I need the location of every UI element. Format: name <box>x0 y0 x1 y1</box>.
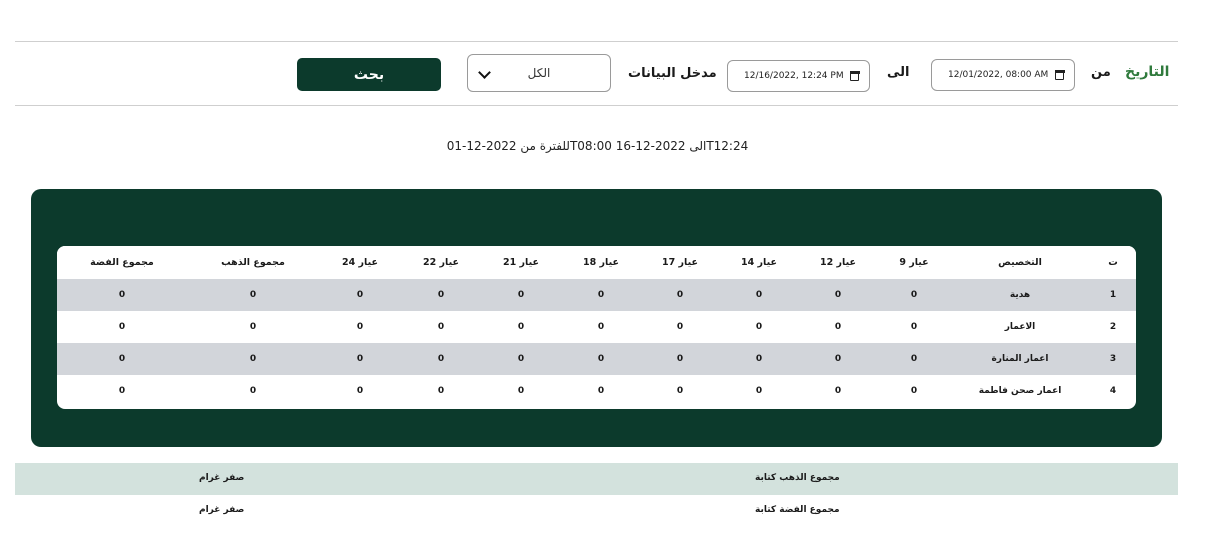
cell-karat-17: 0 <box>676 386 684 396</box>
cell-karat-18: 0 <box>597 354 605 364</box>
header-karat-17: عيار 17 <box>662 257 698 268</box>
cell-karat-21: 0 <box>517 322 525 332</box>
header-silver-total: مجموع الفضة <box>90 257 154 268</box>
cell-karat-22: 0 <box>437 290 445 300</box>
cell-karat-9: 0 <box>910 386 918 396</box>
silver-total-written-row: مجموع الفضة كتابة صفر غرام <box>15 495 1178 527</box>
cell-karat-17: 0 <box>676 354 684 364</box>
cell-allocation: الاعمار <box>1004 322 1036 332</box>
to-datetime-input[interactable]: 12/16/2022, 12:24 PM <box>727 60 870 92</box>
cell-karat-22: 0 <box>437 354 445 364</box>
cell-karat-17: 0 <box>676 322 684 332</box>
cell-karat-14: 0 <box>755 322 763 332</box>
cell-gold-total: 0 <box>249 354 257 364</box>
cell-allocation: هدية <box>1009 290 1031 300</box>
cell-gold-total: 0 <box>249 386 257 396</box>
cell-karat-21: 0 <box>517 290 525 300</box>
data-entry-select[interactable]: الكل <box>467 54 611 92</box>
gold-total-written-value: صفر غرام <box>199 473 245 483</box>
data-entry-selected-value: الكل <box>527 66 551 80</box>
to-label: الى <box>887 65 910 80</box>
cell-index: 1 <box>1109 290 1117 300</box>
from-datetime-value: 12/01/2022, 08:00 AM <box>948 70 1049 80</box>
cell-karat-22: 0 <box>437 386 445 396</box>
cell-karat-22: 0 <box>437 322 445 332</box>
header-gold-total: مجموع الذهب <box>221 257 285 268</box>
header-allocation: التخصيص <box>998 257 1042 268</box>
cell-karat-18: 0 <box>597 290 605 300</box>
filter-divider <box>15 105 1178 106</box>
cell-allocation: اعمار المنارة <box>991 354 1049 364</box>
cell-karat-12: 0 <box>834 290 842 300</box>
top-divider <box>15 41 1178 42</box>
cell-karat-21: 0 <box>517 354 525 364</box>
cell-karat-14: 0 <box>755 386 763 396</box>
table-row: 3 اعمار المنارة 0 0 0 0 0 0 0 0 0 0 <box>57 343 1136 375</box>
cell-karat-9: 0 <box>910 322 918 332</box>
cell-karat-12: 0 <box>834 322 842 332</box>
cell-karat-24: 0 <box>356 354 364 364</box>
cell-karat-17: 0 <box>676 290 684 300</box>
from-label: من <box>1091 65 1111 80</box>
header-karat-9: عيار 9 <box>899 257 929 268</box>
header-index: ت <box>1108 257 1118 268</box>
cell-karat-12: 0 <box>834 386 842 396</box>
cell-karat-18: 0 <box>597 322 605 332</box>
cell-index: 2 <box>1109 322 1117 332</box>
cell-karat-24: 0 <box>356 290 364 300</box>
cell-karat-14: 0 <box>755 354 763 364</box>
header-karat-18: عيار 18 <box>583 257 619 268</box>
chevron-down-icon <box>478 66 491 79</box>
from-datetime-input[interactable]: 12/01/2022, 08:00 AM <box>931 59 1075 91</box>
cell-index: 3 <box>1109 354 1117 364</box>
table-row: 1 هدية 0 0 0 0 0 0 0 0 0 0 <box>57 279 1136 311</box>
cell-silver-total: 0 <box>118 322 126 332</box>
cell-silver-total: 0 <box>118 290 126 300</box>
period-text: للفترة من 2022-12-01T08:00 الى 2022-12-1… <box>446 139 749 153</box>
cell-karat-9: 0 <box>910 354 918 364</box>
cell-karat-14: 0 <box>755 290 763 300</box>
cell-silver-total: 0 <box>118 354 126 364</box>
calendar-icon[interactable] <box>1054 70 1065 80</box>
cell-karat-24: 0 <box>356 386 364 396</box>
gold-total-written-label: مجموع الذهب كتابة <box>755 473 840 483</box>
cell-karat-9: 0 <box>910 290 918 300</box>
search-button[interactable]: بحث <box>297 58 441 91</box>
header-karat-21: عيار 21 <box>503 257 539 268</box>
header-karat-24: عيار 24 <box>342 257 378 268</box>
cell-gold-total: 0 <box>249 322 257 332</box>
data-entry-label: مدخل البيانات <box>628 66 717 81</box>
cell-karat-12: 0 <box>834 354 842 364</box>
cell-karat-18: 0 <box>597 386 605 396</box>
report-table: ت التخصيص عيار 9 عيار 12 عيار 14 عيار 17… <box>57 246 1136 409</box>
cell-gold-total: 0 <box>249 290 257 300</box>
table-header-row: ت التخصيص عيار 9 عيار 12 عيار 14 عيار 17… <box>57 246 1136 279</box>
cell-allocation: اعمار صحن فاطمة <box>978 386 1062 396</box>
table-row: 2 الاعمار 0 0 0 0 0 0 0 0 0 0 <box>57 311 1136 343</box>
gold-total-written-row: مجموع الذهب كتابة صفر غرام <box>15 463 1178 495</box>
cell-silver-total: 0 <box>118 386 126 396</box>
date-label: التاريخ <box>1125 64 1170 80</box>
silver-total-written-label: مجموع الفضة كتابة <box>755 505 840 515</box>
cell-index: 4 <box>1109 386 1117 396</box>
silver-total-written-value: صفر غرام <box>199 505 245 515</box>
calendar-icon[interactable] <box>849 71 860 81</box>
header-karat-14: عيار 14 <box>741 257 777 268</box>
cell-karat-24: 0 <box>356 322 364 332</box>
cell-karat-21: 0 <box>517 386 525 396</box>
table-row: 4 اعمار صحن فاطمة 0 0 0 0 0 0 0 0 0 0 <box>57 375 1136 407</box>
report-panel: ت التخصيص عيار 9 عيار 12 عيار 14 عيار 17… <box>31 189 1162 447</box>
header-karat-22: عيار 22 <box>423 257 459 268</box>
header-karat-12: عيار 12 <box>820 257 856 268</box>
to-datetime-value: 12/16/2022, 12:24 PM <box>744 71 844 81</box>
